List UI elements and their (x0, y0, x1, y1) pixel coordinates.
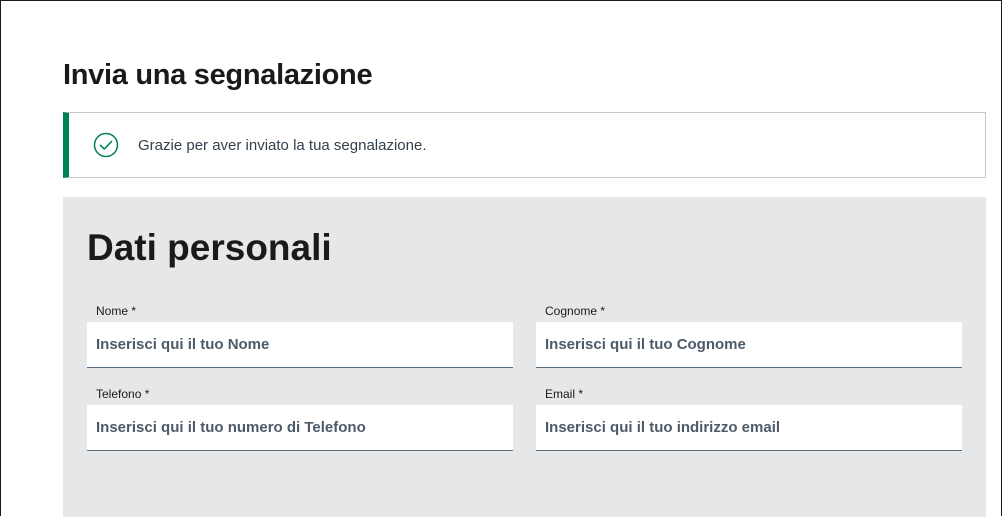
success-alert: Grazie per aver inviato la tua segnalazi… (63, 112, 986, 178)
cognome-label: Cognome * (545, 304, 606, 318)
nome-field-group: Nome * (87, 304, 513, 368)
check-circle-icon (93, 132, 119, 158)
nome-input[interactable] (87, 322, 513, 368)
personal-data-panel: Dati personali Nome * Cognome * Telefono… (63, 197, 986, 517)
email-field-group: Email * (536, 387, 962, 451)
email-input[interactable] (536, 405, 962, 451)
cognome-input[interactable] (536, 322, 962, 368)
telefono-label: Telefono * (96, 387, 150, 401)
section-title: Dati personali (87, 227, 332, 268)
page-title: Invia una segnalazione (63, 59, 373, 91)
page-frame: Invia una segnalazione Grazie per aver i… (0, 0, 1002, 517)
telefono-input[interactable] (87, 405, 513, 451)
email-label: Email * (545, 387, 584, 401)
alert-message: Grazie per aver inviato la tua segnalazi… (138, 136, 427, 154)
telefono-field-group: Telefono * (87, 387, 513, 451)
nome-label: Nome * (96, 304, 137, 318)
cognome-field-group: Cognome * (536, 304, 962, 368)
